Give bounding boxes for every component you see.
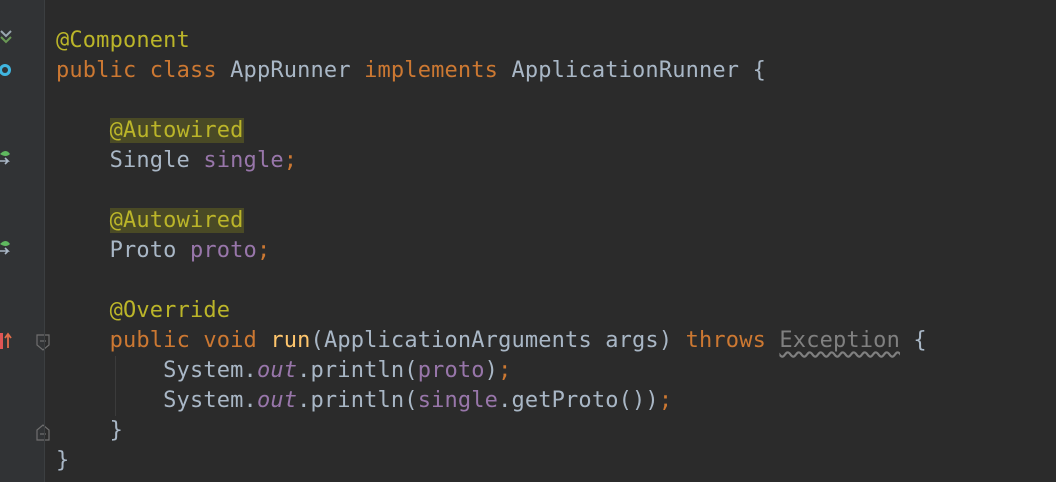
code-token: .getProto()) [498, 388, 659, 413]
fold-start-icon[interactable] [36, 334, 50, 352]
gutter-separator [44, 0, 45, 482]
code-token: ; [283, 148, 298, 173]
code-token: @Autowired [109, 118, 244, 143]
code-token: Proto [56, 238, 190, 263]
code-line[interactable] [56, 266, 927, 296]
code-token: ; [256, 238, 271, 263]
code-token: ApplicationRunner { [511, 58, 766, 83]
code-line[interactable]: System.out.println(proto); [56, 356, 927, 386]
code-token: .println( [297, 388, 418, 413]
code-token: ; [658, 388, 673, 413]
editor-gutter[interactable] [0, 0, 50, 482]
fold-end-icon[interactable] [36, 423, 50, 441]
code-token: @Component [56, 28, 190, 53]
code-token: implements [364, 58, 512, 83]
code-token: run [270, 328, 311, 353]
code-token: single [203, 148, 284, 173]
implemented-class-icon[interactable] [0, 62, 12, 78]
code-line[interactable]: System.out.println(single.getProto()); [56, 386, 927, 416]
code-token: out [256, 388, 298, 413]
code-token: } [56, 418, 123, 443]
autowired-navigate-icon[interactable] [0, 148, 12, 170]
code-token: class [149, 58, 231, 83]
code-line[interactable]: @Autowired [56, 116, 927, 146]
code-line[interactable]: } [56, 416, 927, 446]
code-token: void [203, 328, 271, 353]
code-token: .println( [297, 358, 418, 383]
code-token: AppRunner [230, 58, 365, 83]
code-editor[interactable]: @Component public class AppRunner impleme… [0, 0, 1056, 482]
spring-bean-icon[interactable] [0, 28, 12, 44]
code-line[interactable]: public void run(ApplicationArguments arg… [56, 326, 927, 356]
code-token: ; [498, 358, 512, 383]
code-token: System. [56, 388, 257, 413]
code-line[interactable] [56, 86, 927, 116]
code-token: Exception [779, 328, 900, 353]
code-token: @Override [109, 298, 231, 323]
code-token: single [417, 388, 499, 413]
code-token: (ApplicationArguments args) [310, 328, 686, 353]
code-token: @Autowired [109, 208, 244, 233]
code-line[interactable]: Proto proto; [56, 236, 927, 266]
code-line[interactable]: @Override [56, 296, 927, 326]
code-token: { [899, 328, 927, 353]
code-token: ) [484, 358, 499, 383]
code-area[interactable]: @Component public class AppRunner impleme… [56, 26, 927, 476]
code-token: proto [417, 358, 485, 383]
code-line[interactable] [56, 176, 927, 206]
code-token: Single [56, 148, 204, 173]
code-token: System. [56, 358, 257, 383]
code-line[interactable]: Single single; [56, 146, 927, 176]
code-token: } [56, 448, 70, 473]
code-token: out [256, 358, 298, 383]
code-line[interactable]: @Autowired [56, 206, 927, 236]
autowired-navigate-icon[interactable] [0, 238, 12, 260]
code-token: public [56, 58, 150, 83]
code-token: public [109, 328, 204, 353]
code-line[interactable]: } [56, 446, 927, 476]
code-token: throws [685, 328, 780, 353]
code-token: proto [189, 238, 257, 263]
code-line[interactable]: @Component [56, 26, 927, 56]
override-method-icon[interactable] [0, 330, 12, 352]
code-line[interactable]: public class AppRunner implements Applic… [56, 56, 927, 86]
